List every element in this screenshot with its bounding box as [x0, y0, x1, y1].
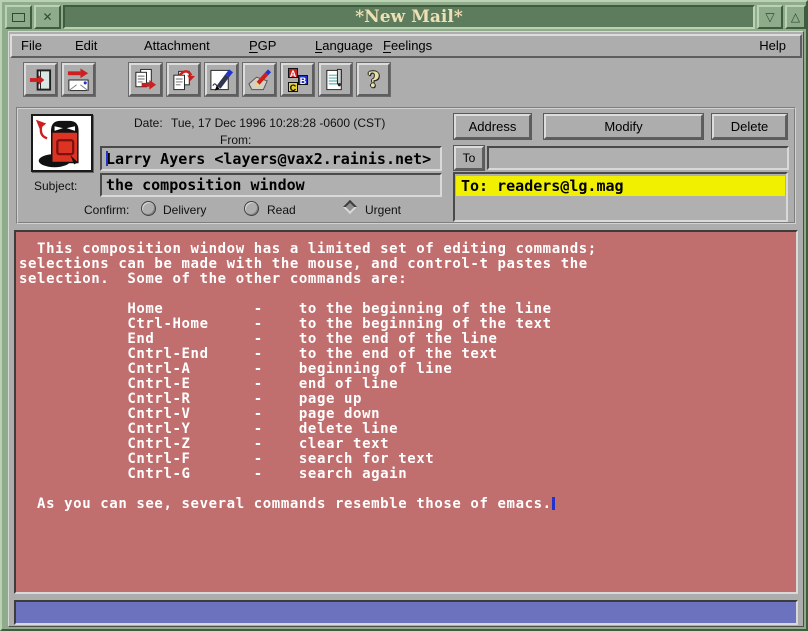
body-text: This composition window has a limited se…	[19, 241, 597, 512]
date-value: Tue, 17 Dec 1996 10:28:28 -0600 (CST)	[171, 116, 385, 130]
iconify-icon	[12, 13, 25, 22]
delivery-label: Delivery	[163, 203, 206, 217]
exit-icon	[28, 67, 53, 93]
confirm-label: Confirm:	[84, 203, 129, 217]
to-button[interactable]: To	[454, 146, 484, 170]
menu-pgp-rest: GP	[258, 38, 277, 53]
read-radio[interactable]	[244, 201, 259, 216]
menu-pgp-hotkey: P	[249, 38, 258, 53]
message-body-editor[interactable]: This composition window has a limited se…	[14, 230, 798, 594]
subject-field[interactable]: the composition window	[100, 173, 442, 197]
new-mail-window: ✕ *New Mail* ▽ △ File Edit Attachment PG…	[0, 0, 808, 631]
alphabet-icon: A B C	[285, 67, 310, 93]
sign-icon	[209, 67, 234, 93]
message-body-text: This composition window has a limited se…	[16, 232, 796, 512]
menu-file[interactable]: File	[21, 36, 42, 56]
menu-help[interactable]: Help	[759, 36, 786, 56]
exit-button[interactable]	[24, 63, 57, 96]
recipient-row-selected[interactable]: To: readers@lg.mag	[456, 176, 785, 196]
attach-file-button[interactable]	[167, 63, 200, 96]
close-button[interactable]: ✕	[34, 5, 61, 29]
status-bar	[14, 600, 798, 625]
menu-language[interactable]: Language	[315, 36, 373, 56]
delete-button[interactable]: Delete	[712, 114, 787, 139]
menu-edit[interactable]: Edit	[75, 36, 97, 56]
subject-value: the composition window	[106, 175, 305, 195]
menu-language-rest: anguage	[322, 38, 373, 53]
sign-button[interactable]	[205, 63, 238, 96]
urgent-toggle[interactable]	[343, 200, 357, 214]
address-button[interactable]: Address	[454, 114, 531, 139]
menu-feelings[interactable]: Feelings	[383, 36, 432, 56]
insert-file-icon	[133, 67, 158, 93]
alphabet-letter-c: C	[288, 82, 298, 92]
iconify-button[interactable]	[5, 5, 32, 29]
help-icon: ?	[367, 68, 379, 92]
chevron-down-icon: ▽	[765, 10, 774, 24]
mailbox-logo	[31, 114, 93, 172]
mailbox-icon	[33, 116, 91, 170]
send-icon	[66, 67, 91, 93]
menu-pgp[interactable]: PGP	[249, 36, 276, 56]
alphabet-letter-b: B	[298, 75, 308, 85]
insert-file-button[interactable]	[129, 63, 162, 96]
from-label: From:	[220, 133, 251, 147]
attachment-list-icon	[323, 67, 348, 93]
attach-file-icon	[171, 67, 196, 93]
shade-down-button[interactable]: ▽	[757, 5, 783, 29]
read-label: Read	[267, 203, 296, 217]
menubar: File Edit Attachment PGP Language Feelin…	[10, 34, 802, 58]
menu-feelings-hotkey: F	[383, 38, 391, 53]
recipient-list[interactable]: To: readers@lg.mag	[453, 172, 788, 222]
alphabet-button[interactable]: A B C	[281, 63, 314, 96]
chevron-up-icon: △	[791, 10, 800, 24]
text-cursor	[552, 497, 555, 510]
menu-attachment[interactable]: Attachment	[144, 36, 210, 56]
modify-button[interactable]: Modify	[544, 114, 703, 139]
from-field[interactable]: Larry Ayers <layers@vax2.rainis.net>	[100, 146, 442, 171]
to-input[interactable]	[487, 146, 789, 170]
delivery-radio[interactable]	[141, 201, 156, 216]
send-button[interactable]	[62, 63, 95, 96]
text-cursor	[106, 151, 108, 166]
spell-check-icon	[247, 67, 272, 93]
help-button[interactable]: ?	[357, 63, 390, 96]
close-icon: ✕	[42, 10, 52, 24]
window-title: *New Mail*	[63, 5, 755, 29]
urgent-label: Urgent	[365, 203, 401, 217]
attachment-list-button[interactable]	[319, 63, 352, 96]
message-header-panel: Date: Tue, 17 Dec 1996 10:28:28 -0600 (C…	[16, 107, 796, 224]
date-label: Date:	[134, 116, 163, 130]
shade-up-button[interactable]: △	[785, 5, 806, 29]
subject-label: Subject:	[34, 179, 77, 193]
from-value: Larry Ayers <layers@vax2.rainis.net>	[106, 149, 431, 169]
menu-feelings-rest: eelings	[391, 38, 432, 53]
alphabet-letter-a: A	[288, 68, 298, 78]
spell-check-button[interactable]	[243, 63, 276, 96]
